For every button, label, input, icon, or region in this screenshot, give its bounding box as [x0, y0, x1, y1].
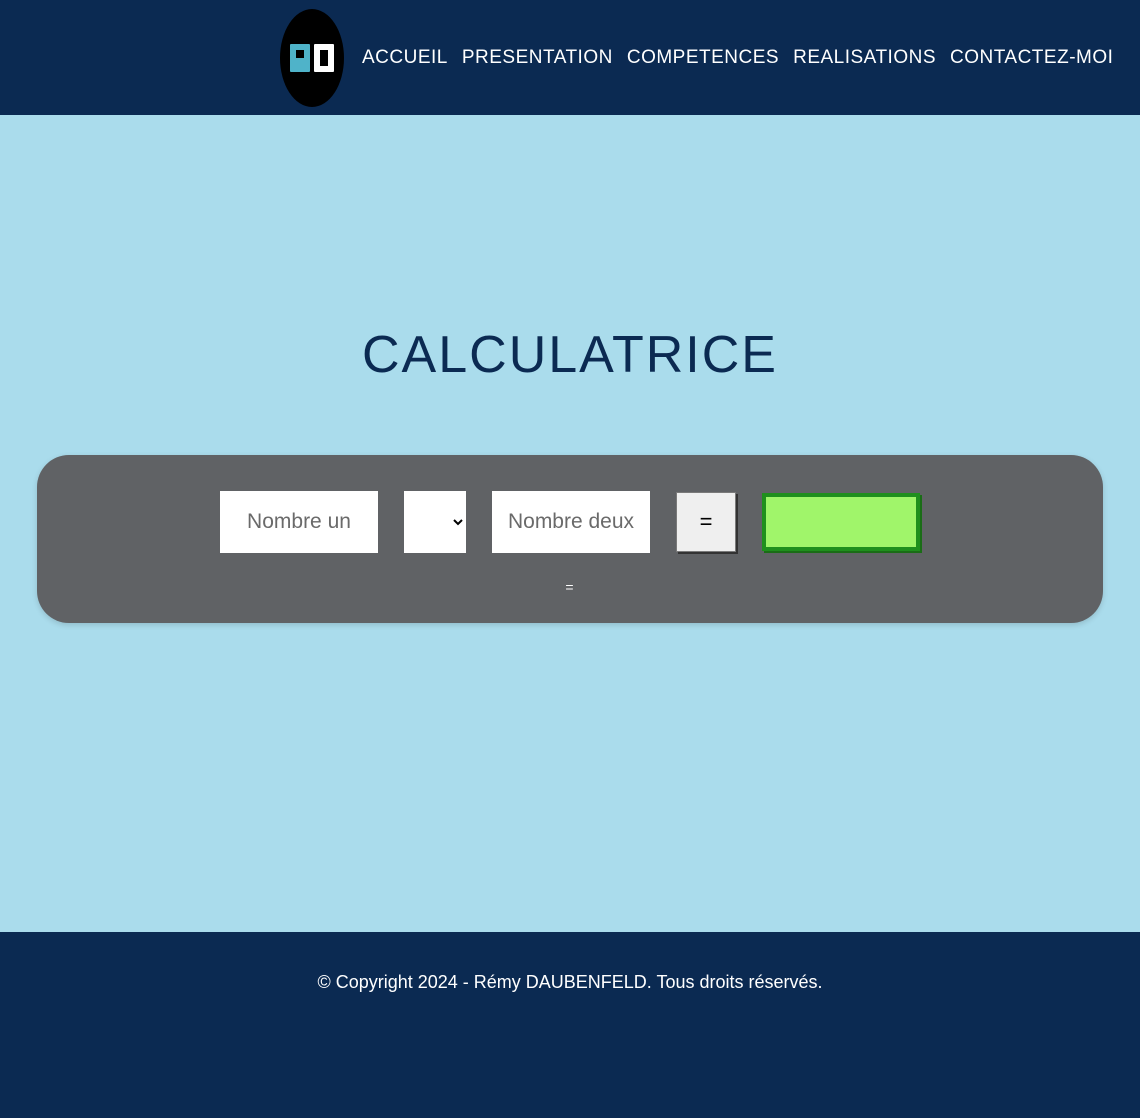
main-nav: ACCUEIL PRESENTATION COMPETENCES REALISA…: [362, 47, 1113, 69]
main-content: CALCULATRICE = =: [0, 115, 1140, 932]
calculator-row: =: [220, 491, 920, 553]
site-footer: © Copyright 2024 - Rémy DAUBENFELD. Tous…: [0, 932, 1140, 1118]
logo[interactable]: [280, 9, 344, 107]
result-output: [762, 493, 920, 551]
number-two-input[interactable]: [492, 491, 650, 553]
nav-realisations[interactable]: REALISATIONS: [793, 47, 936, 69]
page-title: CALCULATRICE: [362, 325, 778, 385]
nav-presentation[interactable]: PRESENTATION: [462, 47, 613, 69]
nav-competences[interactable]: COMPETENCES: [627, 47, 779, 69]
equation-text: =: [565, 579, 574, 595]
equals-button[interactable]: =: [676, 492, 736, 552]
operator-select[interactable]: [404, 491, 466, 553]
nav-contactez[interactable]: CONTACTEZ-MOI: [950, 47, 1113, 69]
logo-d-icon: [314, 44, 334, 72]
nav-accueil[interactable]: ACCUEIL: [362, 47, 448, 69]
calculator-card: = =: [37, 455, 1103, 623]
logo-r-icon: [290, 44, 310, 72]
copyright-text: © Copyright 2024 - Rémy DAUBENFELD. Tous…: [317, 972, 822, 1118]
logo-icon: [290, 42, 334, 74]
number-one-input[interactable]: [220, 491, 378, 553]
site-header: ACCUEIL PRESENTATION COMPETENCES REALISA…: [0, 0, 1140, 115]
